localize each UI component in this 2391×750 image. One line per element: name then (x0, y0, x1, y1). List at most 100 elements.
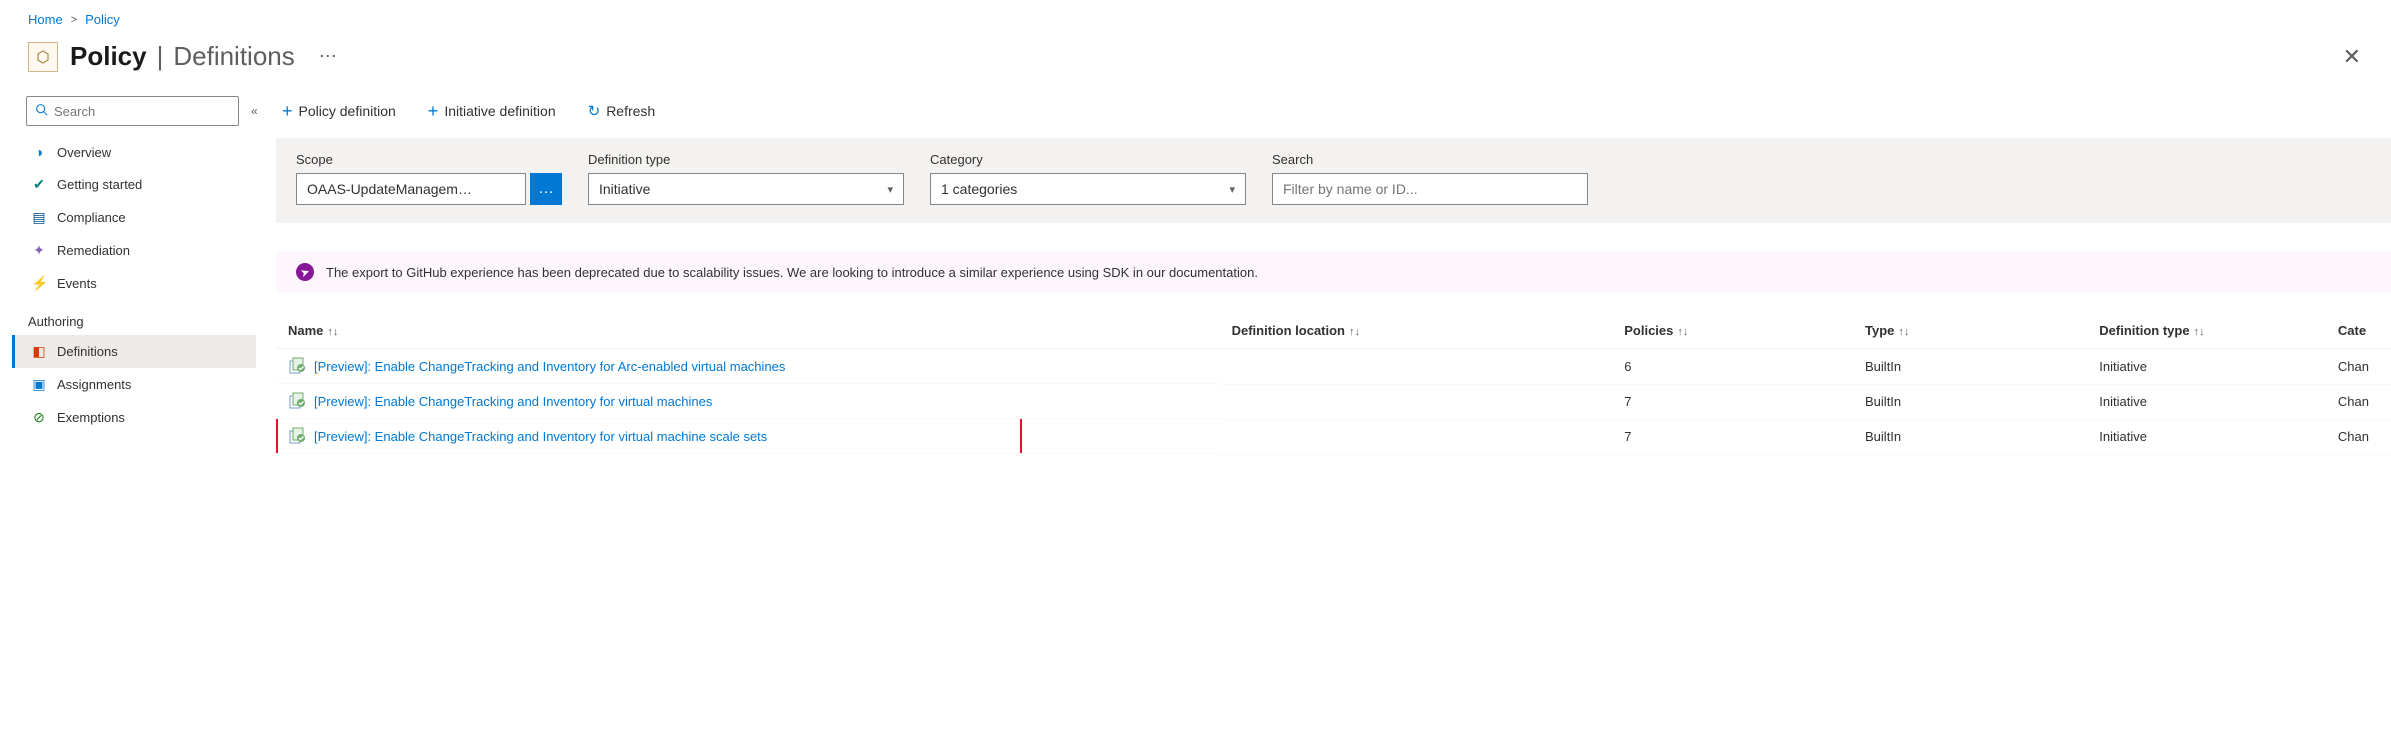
refresh-button[interactable]: ↻ Refresh (582, 98, 662, 124)
filter-search: Search (1272, 152, 1588, 205)
policy-icon (28, 42, 58, 72)
sidebar-item-assignments[interactable]: ▣ Assignments (12, 368, 256, 401)
sidebar-item-exemptions[interactable]: ⊘ Exemptions (12, 401, 256, 434)
sidebar-item-definitions[interactable]: ◧ Definitions (12, 335, 256, 368)
sort-icon: ↑↓ (1345, 326, 1360, 338)
sidebar-item-compliance[interactable]: ▤ Compliance (12, 201, 256, 234)
definition-link[interactable]: [Preview]: Enable ChangeTracking and Inv… (314, 394, 712, 409)
initiative-icon (288, 357, 306, 375)
refresh-icon: ↻ (588, 102, 601, 120)
sidebar-item-label: Assignments (57, 377, 131, 392)
filter-label: Definition type (588, 152, 904, 167)
cell-location (1220, 419, 1613, 454)
more-actions-button[interactable]: ⋯ (307, 46, 337, 67)
sort-icon: ↑↓ (1673, 326, 1688, 338)
sidebar-item-label: Compliance (57, 210, 126, 225)
close-button[interactable]: ✕ (2343, 44, 2367, 70)
add-policy-definition-button[interactable]: + Policy definition (276, 98, 402, 124)
title-separator: | (155, 41, 166, 72)
cell-category: Chan (2326, 419, 2391, 454)
page-title-row: Policy | Definitions ⋯ ✕ (0, 33, 2391, 90)
cell-deftype: Initiative (2087, 419, 2326, 454)
sidebar-item-remediation[interactable]: ✦ Remediation (12, 234, 256, 267)
chevron-down-icon: ▾ (887, 183, 893, 196)
sidebar-item-label: Remediation (57, 243, 130, 258)
dropdown-value: Initiative (599, 181, 650, 197)
sort-icon: ↑↓ (1894, 326, 1909, 338)
page-title: Policy | Definitions (70, 41, 295, 72)
breadcrumb: Home > Policy (0, 0, 2391, 33)
getting-started-icon: ✔ (31, 176, 47, 193)
sidebar-search-input[interactable] (54, 104, 230, 119)
sidebar-section-authoring: Authoring (12, 300, 256, 335)
breadcrumb-policy[interactable]: Policy (85, 12, 120, 27)
breadcrumb-home[interactable]: Home (28, 12, 63, 27)
sidebar-search[interactable] (26, 96, 239, 126)
events-icon: ⚡ (31, 275, 47, 292)
filter-label: Search (1272, 152, 1588, 167)
cell-category: Chan (2326, 349, 2391, 385)
definitions-table: Name↑↓ Definition location↑↓ Policies↑↓ … (276, 313, 2391, 455)
sidebar-item-label: Overview (57, 145, 111, 160)
cell-policies: 7 (1612, 419, 1853, 454)
cell-location (1220, 384, 1613, 419)
page-title-main: Policy (70, 41, 147, 72)
filter-search-input[interactable] (1283, 174, 1577, 204)
filter-category: Category 1 categories ▾ (930, 152, 1246, 205)
overview-icon: ◑ (31, 144, 47, 160)
table-row[interactable]: [Preview]: Enable ChangeTracking and Inv… (276, 384, 2391, 419)
cell-location (1220, 349, 1613, 385)
definitions-icon: ◧ (31, 343, 47, 360)
cell-type: BuiltIn (1853, 349, 2087, 385)
toolbar-label: Policy definition (299, 103, 396, 119)
chevron-down-icon: ▾ (1229, 183, 1235, 196)
cell-policies: 7 (1612, 384, 1853, 419)
cell-category: Chan (2326, 384, 2391, 419)
toolbar-label: Refresh (606, 103, 655, 119)
scope-picker-button[interactable]: … (530, 173, 562, 205)
filter-scope: Scope OAAS-UpdateManagem… … (296, 152, 562, 205)
cell-type: BuiltIn (1853, 419, 2087, 454)
col-header-type[interactable]: Type↑↓ (1853, 313, 2087, 349)
sidebar-item-label: Getting started (57, 177, 142, 192)
sidebar: « ◑ Overview ✔ Getting started ▤ Complia… (0, 90, 256, 455)
toolbar-label: Initiative definition (444, 103, 555, 119)
scope-input[interactable]: OAAS-UpdateManagem… (296, 173, 526, 205)
col-header-location[interactable]: Definition location↑↓ (1220, 313, 1613, 349)
cell-deftype: Initiative (2087, 384, 2326, 419)
cell-deftype: Initiative (2087, 349, 2326, 385)
initiative-icon (288, 427, 306, 445)
sidebar-item-label: Exemptions (57, 410, 125, 425)
remediation-icon: ✦ (31, 242, 47, 259)
definition-type-dropdown[interactable]: Initiative ▾ (588, 173, 904, 205)
filter-definition-type: Definition type Initiative ▾ (588, 152, 904, 205)
sidebar-item-overview[interactable]: ◑ Overview (12, 136, 256, 168)
banner-text: The export to GitHub experience has been… (326, 265, 1258, 280)
initiative-icon (288, 392, 306, 410)
add-initiative-definition-button[interactable]: + Initiative definition (422, 98, 562, 124)
content-area: + Policy definition + Initiative definit… (256, 90, 2391, 455)
plus-icon: + (428, 102, 439, 120)
sort-icon: ↑↓ (2190, 326, 2205, 338)
table-row[interactable]: [Preview]: Enable ChangeTracking and Inv… (276, 349, 2391, 385)
assignments-icon: ▣ (31, 376, 47, 393)
category-dropdown[interactable]: 1 categories ▾ (930, 173, 1246, 205)
sidebar-item-getting-started[interactable]: ✔ Getting started (12, 168, 256, 201)
sidebar-item-events[interactable]: ⚡ Events (12, 267, 256, 300)
col-header-category[interactable]: Cate (2326, 313, 2391, 349)
sort-icon: ↑↓ (323, 326, 338, 338)
col-header-policies[interactable]: Policies↑↓ (1612, 313, 1853, 349)
page-title-sub: Definitions (173, 41, 294, 72)
definition-link[interactable]: [Preview]: Enable ChangeTracking and Inv… (314, 429, 767, 444)
col-header-name[interactable]: Name↑↓ (276, 313, 1220, 349)
table-row[interactable]: [Preview]: Enable ChangeTracking and Inv… (276, 419, 2391, 454)
sidebar-item-label: Definitions (57, 344, 118, 359)
info-icon: ➤ (293, 260, 316, 283)
col-header-deftype[interactable]: Definition type↑↓ (2087, 313, 2326, 349)
cell-type: BuiltIn (1853, 384, 2087, 419)
search-icon (35, 103, 48, 119)
definition-link[interactable]: [Preview]: Enable ChangeTracking and Inv… (314, 359, 785, 374)
compliance-icon: ▤ (31, 209, 47, 226)
dropdown-value: 1 categories (941, 181, 1017, 197)
info-banner: ➤ The export to GitHub experience has be… (276, 251, 2391, 293)
